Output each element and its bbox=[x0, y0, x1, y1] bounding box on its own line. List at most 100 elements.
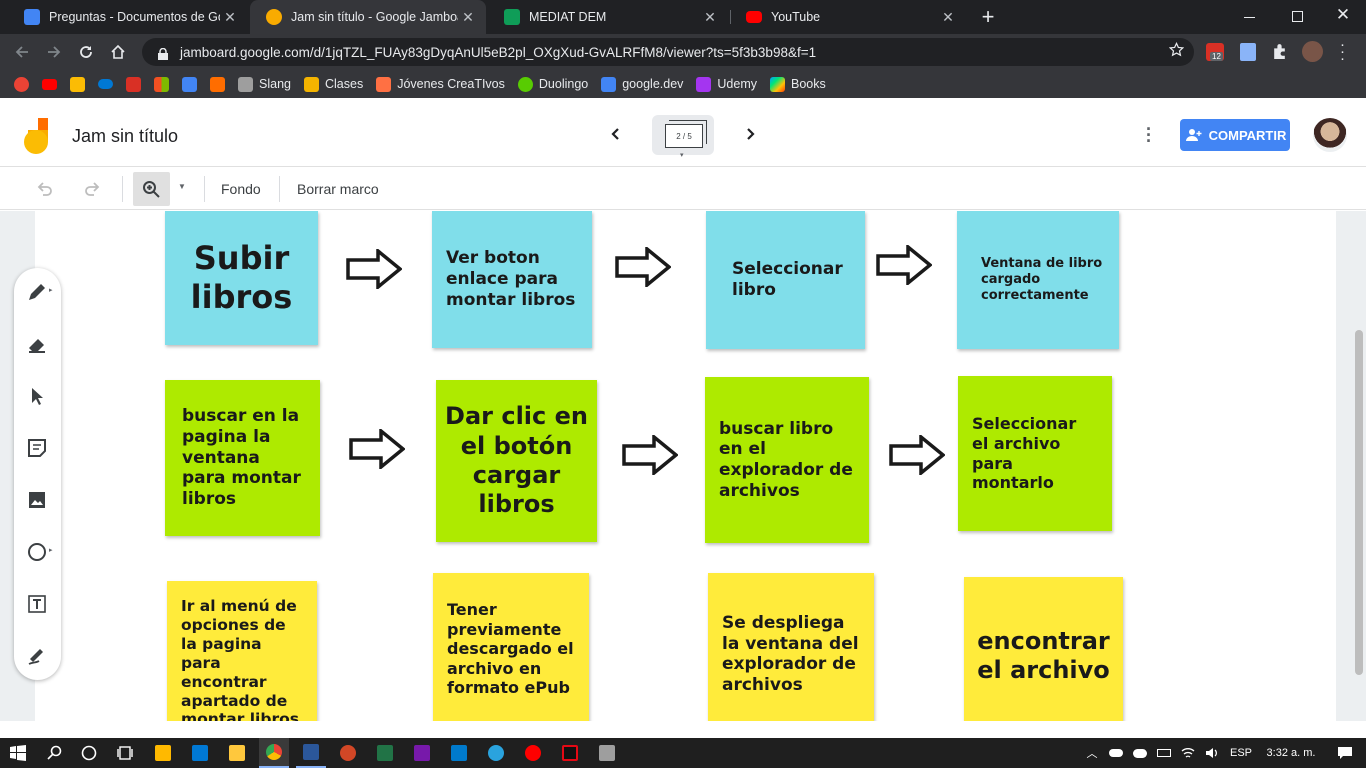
arrow-right-shape[interactable] bbox=[622, 435, 678, 475]
arrow-right-shape[interactable] bbox=[346, 249, 402, 289]
bookmark-drive[interactable] bbox=[70, 76, 85, 92]
bookmark-udemy[interactable]: Udemy bbox=[696, 76, 757, 92]
redo-button[interactable] bbox=[83, 180, 101, 201]
bookmark-duolingo[interactable]: Duolingo bbox=[517, 76, 588, 92]
undo-button[interactable] bbox=[36, 180, 54, 201]
battery-icon[interactable] bbox=[1152, 749, 1176, 757]
taskbar-powerpoint[interactable] bbox=[333, 738, 363, 768]
jamboard-frame[interactable]: Subir libros Ver boton enlace para monta… bbox=[35, 211, 1336, 721]
bookmark-w[interactable] bbox=[210, 76, 225, 92]
taskbar-chrome[interactable] bbox=[259, 738, 289, 768]
taskbar-store[interactable] bbox=[148, 738, 178, 768]
taskbar-mail[interactable] bbox=[185, 738, 215, 768]
text-box-tool-button[interactable] bbox=[25, 592, 49, 616]
chevron-up-icon[interactable]: ︿ bbox=[1080, 745, 1104, 761]
new-tab-button[interactable]: + bbox=[976, 4, 1000, 30]
cloud-sync-icon[interactable] bbox=[1128, 748, 1152, 758]
taskbar-onenote[interactable] bbox=[407, 738, 437, 768]
sticky-note[interactable]: buscar libro en el explorador de archivo… bbox=[705, 377, 869, 543]
arrow-right-shape[interactable] bbox=[889, 435, 945, 475]
laser-tool-button[interactable] bbox=[25, 644, 49, 668]
background-button[interactable]: Fondo bbox=[221, 181, 261, 197]
taskbar-telegram[interactable] bbox=[481, 738, 511, 768]
pen-tool-button[interactable]: ▸ bbox=[25, 280, 53, 304]
bookmark-youtube[interactable] bbox=[42, 78, 57, 90]
next-frame-button[interactable] bbox=[740, 124, 760, 149]
close-icon[interactable]: ✕ bbox=[700, 9, 720, 26]
notifications-icon[interactable] bbox=[1324, 746, 1366, 760]
bookmark-clases[interactable]: Clases bbox=[303, 76, 363, 92]
jamboard-logo[interactable] bbox=[24, 118, 50, 154]
bookmark-gmail[interactable] bbox=[126, 76, 141, 92]
sticky-note[interactable]: Ver boton enlace para montar libros bbox=[432, 211, 592, 348]
eraser-tool-button[interactable] bbox=[25, 332, 49, 356]
sticky-note[interactable]: Tener previamente descargado el archivo … bbox=[433, 573, 589, 721]
tab-mediat-dem[interactable]: MEDIAT DEM ✕ bbox=[488, 0, 728, 34]
bookmark-google[interactable] bbox=[14, 76, 29, 92]
sticky-note-tool-button[interactable] bbox=[25, 436, 49, 460]
bookmark-slang[interactable]: Slang bbox=[238, 76, 291, 92]
taskbar-excel[interactable] bbox=[370, 738, 400, 768]
close-icon[interactable]: ✕ bbox=[458, 9, 478, 26]
sticky-note[interactable]: Se despliega la ventana del explorador d… bbox=[708, 573, 874, 721]
arrow-right-shape[interactable] bbox=[615, 247, 671, 287]
bookmark-jovenes-creativos[interactable]: Jóvenes CreaTIvos bbox=[376, 76, 505, 92]
document-title[interactable]: Jam sin título bbox=[72, 126, 178, 147]
wifi-icon[interactable] bbox=[1176, 747, 1200, 759]
bookmark-google-dev[interactable]: google.dev bbox=[601, 76, 683, 92]
clear-frame-button[interactable]: Borrar marco bbox=[297, 181, 379, 197]
restore-button[interactable] bbox=[1288, 8, 1308, 26]
close-icon[interactable]: ✕ bbox=[220, 9, 240, 26]
input-language[interactable]: ESP bbox=[1224, 747, 1258, 759]
taskbar-video-editor[interactable] bbox=[592, 738, 622, 768]
volume-icon[interactable] bbox=[1200, 747, 1224, 759]
extension-upload-icon[interactable] bbox=[1240, 43, 1256, 61]
sticky-note[interactable]: encontrar el archivo bbox=[964, 577, 1123, 721]
extension-icon[interactable]: 12 bbox=[1206, 43, 1224, 61]
sticky-note[interactable]: Ir al menú de opciones de la pagina para… bbox=[167, 581, 317, 721]
bookmark-translate[interactable] bbox=[182, 76, 197, 92]
forward-button[interactable] bbox=[40, 34, 68, 70]
arrow-right-shape[interactable] bbox=[349, 429, 405, 469]
bookmark-onedrive[interactable] bbox=[98, 79, 113, 89]
zoom-button[interactable] bbox=[133, 172, 170, 206]
minimize-button[interactable] bbox=[1240, 8, 1260, 26]
profile-avatar[interactable] bbox=[1302, 41, 1323, 62]
task-view-button[interactable] bbox=[110, 738, 140, 768]
back-button[interactable] bbox=[8, 34, 36, 70]
tab-jamboard[interactable]: Jam sin título - Google Jamboard ✕ bbox=[250, 0, 486, 34]
frame-bar-toggle[interactable]: 2 / 5 ▾ bbox=[652, 115, 714, 159]
windows-start-button[interactable] bbox=[3, 738, 33, 768]
cortana-button[interactable] bbox=[74, 738, 104, 768]
image-tool-button[interactable] bbox=[25, 488, 49, 512]
address-bar[interactable]: jamboard.google.com/d/1jqTZL_FUAy83gDyqA… bbox=[142, 38, 1194, 66]
clock[interactable]: 3:32 a. m. bbox=[1258, 747, 1324, 759]
sticky-note[interactable]: Seleccionar libro bbox=[706, 211, 865, 349]
sticky-note[interactable]: Ventana de libro cargado correctamente bbox=[957, 211, 1119, 349]
tab-youtube[interactable]: YouTube ✕ bbox=[730, 0, 966, 34]
sticky-note[interactable]: Seleccionar el archivo para montarlo bbox=[958, 376, 1112, 531]
sticky-note[interactable]: Subir libros bbox=[165, 211, 318, 345]
close-icon[interactable]: ✕ bbox=[938, 9, 958, 26]
taskbar-netflix[interactable] bbox=[555, 738, 585, 768]
taskbar-youtube-music[interactable] bbox=[518, 738, 548, 768]
search-button[interactable] bbox=[40, 738, 70, 768]
sticky-note[interactable]: buscar en la pagina la ventana para mont… bbox=[165, 380, 320, 536]
user-avatar[interactable] bbox=[1313, 118, 1347, 152]
browser-menu-icon[interactable]: · · · bbox=[1340, 37, 1346, 66]
tab-google-docs[interactable]: Preguntas - Documentos de Goo ✕ bbox=[8, 0, 248, 34]
more-options-icon[interactable]: · · · bbox=[1146, 120, 1154, 150]
taskbar-explorer[interactable] bbox=[222, 738, 252, 768]
reload-button[interactable] bbox=[72, 34, 100, 70]
bookmark-microsoft[interactable] bbox=[154, 76, 169, 92]
bookmark-star-icon[interactable] bbox=[1168, 41, 1185, 62]
zoom-dropdown-icon[interactable]: ▼ bbox=[178, 182, 186, 191]
close-window-button[interactable]: ✕ bbox=[1333, 5, 1353, 27]
select-tool-button[interactable] bbox=[25, 384, 49, 408]
sticky-note[interactable]: Dar clic en el botón cargar libros bbox=[436, 380, 597, 542]
taskbar-vscode[interactable] bbox=[444, 738, 474, 768]
canvas-scrollbar[interactable] bbox=[1355, 330, 1363, 675]
arrow-right-shape[interactable] bbox=[876, 245, 932, 285]
share-button[interactable]: COMPARTIR bbox=[1180, 119, 1290, 151]
shape-tool-button[interactable]: ▸ bbox=[25, 540, 53, 564]
